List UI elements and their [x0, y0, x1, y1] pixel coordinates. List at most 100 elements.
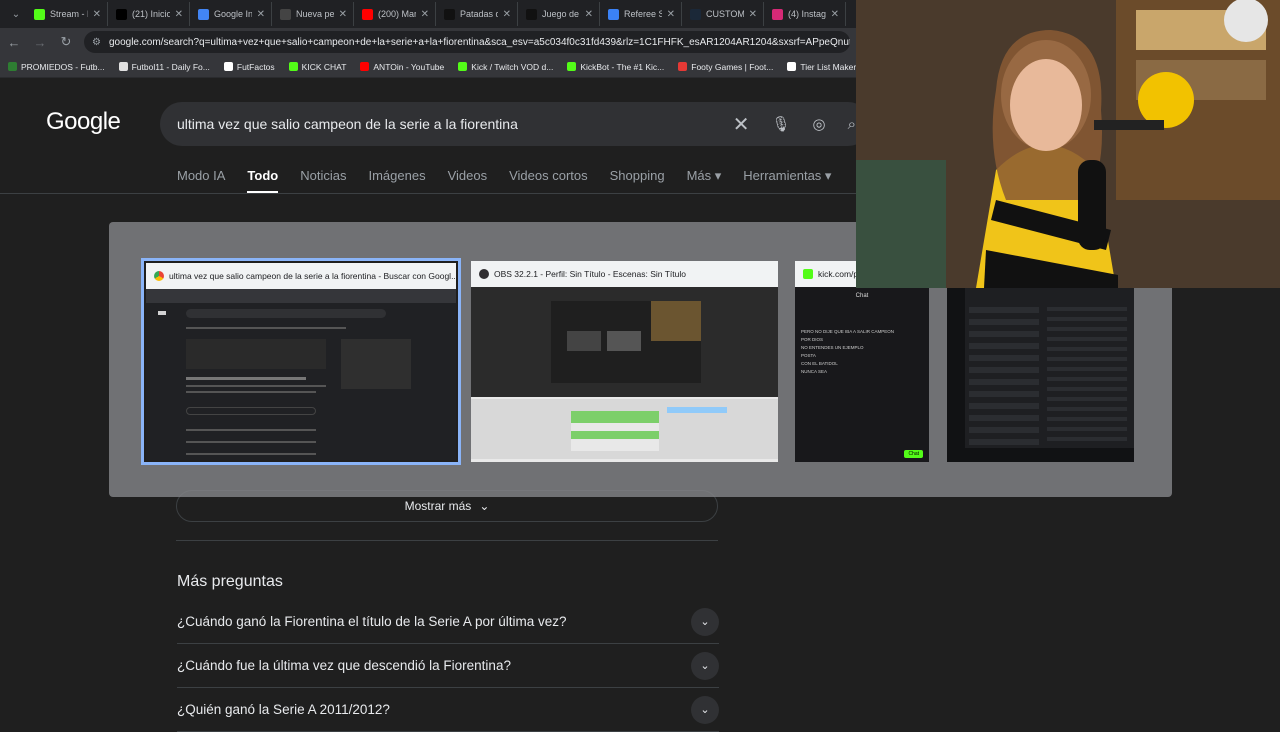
question-text: ¿Cuándo fue la última vez que descendió … — [177, 658, 511, 673]
bookmark-label: KickBot - The #1 Kic... — [580, 61, 665, 72]
tabs-holder: Stream - K✕(21) Inicio✕Google In✕Nueva p… — [28, 2, 846, 26]
search-tab[interactable]: Imágenes — [368, 168, 425, 194]
kick-icon — [803, 269, 813, 279]
browser-tab[interactable]: Nueva pe ✕ — [274, 2, 354, 26]
lens-icon[interactable]: ◎ — [813, 115, 826, 133]
tiktok-icon — [526, 8, 537, 20]
bookmark-label: Futbol11 - Daily Fo... — [131, 61, 210, 72]
browser-tab[interactable]: (21) Inicio ✕ — [110, 2, 190, 26]
tab-label: (4) Instag — [788, 9, 826, 19]
close-tab-icon[interactable]: ✕ — [175, 9, 183, 20]
tab-label: Juego de — [542, 9, 580, 19]
switcher-window-kick[interactable]: kick.com/p Chat PERO NO DIJE QUE IBA A S… — [795, 261, 1135, 462]
close-tab-icon[interactable]: ✕ — [421, 9, 429, 20]
search-input[interactable]: ultima vez que salio campeon de la serie… — [160, 102, 870, 146]
tab-search-icon[interactable]: ⌄ — [6, 9, 26, 20]
switcher-window-chrome[interactable]: ultima vez que salio campeon de la serie… — [141, 258, 461, 465]
close-tab-icon[interactable]: ✕ — [93, 9, 101, 20]
bookmark-item[interactable]: Kick / Twitch VOD d... — [458, 62, 553, 72]
search-tab[interactable]: Shopping — [610, 168, 665, 194]
window-header: OBS 32.2.1 - Perfil: Sin Título - Escena… — [471, 261, 778, 287]
bookmark-item[interactable]: Footy Games | Foot... — [678, 62, 773, 72]
bookmark-label: Kick / Twitch VOD d... — [471, 61, 554, 72]
chevron-down-icon[interactable]: ⌄ — [691, 607, 719, 636]
close-tab-icon[interactable]: ✕ — [257, 9, 265, 20]
browser-tab[interactable]: Patadas d ✕ — [438, 2, 518, 26]
search-tab[interactable]: Noticias — [300, 168, 346, 194]
mic-icon[interactable]: 🎙 — [771, 115, 790, 133]
bookmark-icon — [288, 62, 298, 71]
chat-message: PERO NO DIJE QUE IBA A SALIR CAMPEON — [801, 329, 895, 334]
obs-icon — [479, 269, 489, 279]
search-tab[interactable]: Herramientas ▾ — [743, 168, 831, 194]
search-icon[interactable]: ⌕ — [848, 116, 856, 133]
close-tab-icon[interactable]: ✕ — [831, 9, 839, 20]
bookmark-item[interactable]: ANTOin - YouTube — [360, 62, 444, 72]
forward-icon[interactable]: → — [32, 35, 48, 50]
kick-chat-thumbnail: Chat PERO NO DIJE QUE IBA A SALIR CAMPEO… — [795, 287, 929, 462]
reload-icon[interactable]: ↻ — [58, 34, 74, 50]
tab-label: Stream - K — [50, 9, 88, 19]
google-logo[interactable]: Google — [46, 108, 121, 136]
clear-icon[interactable]: ✕ — [733, 112, 750, 137]
question-item[interactable]: ¿Cuándo fue la última vez que descendió … — [177, 644, 719, 688]
chat-messages: PERO NO DIJE QUE IBA A SALIR CAMPEON POR … — [795, 329, 929, 374]
chat-message: NO ENTENDES UN EJEMPLO — [801, 345, 864, 350]
bookmark-item[interactable]: Tier List Maker for E... — [787, 62, 856, 72]
bookmark-item[interactable]: KickBot - The #1 Kic... — [567, 62, 664, 72]
window-title: ultima vez que salio campeon de la serie… — [169, 271, 456, 281]
close-tab-icon[interactable]: ✕ — [339, 9, 347, 20]
browser-tabstrip: ⌄ Stream - K✕(21) Inicio✕Google In✕Nueva… — [0, 0, 856, 28]
question-item[interactable]: ¿Cuándo ganó la Fiorentina el título de … — [177, 600, 719, 644]
bookmark-icon — [8, 62, 17, 71]
close-tab-icon[interactable]: ✕ — [749, 9, 757, 20]
more-questions-title: Más preguntas — [177, 573, 283, 590]
search-tabs: Modo IA Todo Noticias Imágenes Videos Videos … — [177, 168, 831, 194]
site-info-icon[interactable]: ⚙ — [92, 37, 101, 48]
bookmark-item[interactable]: KICK CHAT — [288, 62, 346, 72]
close-tab-icon[interactable]: ✕ — [503, 9, 511, 20]
bookmark-item[interactable]: FutFactos — [223, 61, 275, 72]
browser-tab[interactable]: Referee S ✕ — [602, 2, 682, 26]
browser-tab[interactable]: CUSTOM ✕ — [684, 2, 764, 26]
window-title: kick.com/p — [818, 269, 859, 279]
x-icon — [116, 8, 127, 20]
window-header: ultima vez que salio campeon de la serie… — [146, 263, 456, 289]
bookmark-item[interactable]: PROMIEDOS - Futb... — [8, 62, 105, 72]
close-tab-icon[interactable]: ✕ — [667, 9, 675, 20]
webcam-image — [856, 0, 1280, 288]
tab-label: Nueva pe — [296, 9, 334, 19]
bookmark-item[interactable]: Futbol11 - Daily Fo... — [118, 61, 210, 72]
bookmark-label: FutFactos — [236, 61, 275, 72]
bookmark-icon — [360, 62, 370, 71]
bookmark-icon — [787, 62, 797, 71]
instagram-icon — [772, 8, 783, 20]
browser-tab[interactable]: Juego de ✕ — [520, 2, 600, 26]
window-thumbnail — [146, 289, 456, 460]
bookmark-icon — [678, 62, 688, 71]
search-tab[interactable]: Videos cortos — [509, 168, 588, 194]
back-icon[interactable]: ← — [6, 35, 22, 50]
question-item[interactable]: ¿Quién ganó la Serie A 2011/2012? ⌄ — [177, 688, 719, 732]
search-tab[interactable]: Más ▾ — [687, 168, 722, 194]
chat-send-button[interactable]: Chat — [904, 450, 923, 458]
search-tab[interactable]: Modo IA — [177, 168, 225, 194]
tab-label: CUSTOM — [706, 9, 744, 19]
address-bar[interactable]: ⚙ google.com/search?q=ultima+vez+que+sal… — [84, 31, 850, 53]
bookmark-icon — [458, 62, 468, 71]
browser-tab[interactable]: (4) Instag ✕ — [766, 2, 846, 26]
chevron-down-icon[interactable]: ⌄ — [691, 695, 719, 724]
tab-label: (21) Inicio — [132, 9, 170, 19]
search-tab[interactable]: Todo — [247, 168, 279, 194]
browser-tab[interactable]: (200) Mar ✕ — [356, 2, 436, 26]
search-tab[interactable]: Videos — [448, 168, 488, 194]
chevron-down-icon[interactable]: ⌄ — [691, 651, 719, 680]
bookmark-icon — [118, 62, 128, 71]
browser-tab[interactable]: Google In ✕ — [192, 2, 272, 26]
chat-message: POR DIOS — [801, 337, 824, 342]
tab-label: Patadas d — [460, 9, 498, 19]
divider — [176, 540, 718, 541]
close-tab-icon[interactable]: ✕ — [585, 9, 593, 20]
switcher-window-obs[interactable]: OBS 32.2.1 - Perfil: Sin Título - Escena… — [471, 261, 778, 462]
browser-tab[interactable]: Stream - K ✕ — [28, 2, 108, 26]
